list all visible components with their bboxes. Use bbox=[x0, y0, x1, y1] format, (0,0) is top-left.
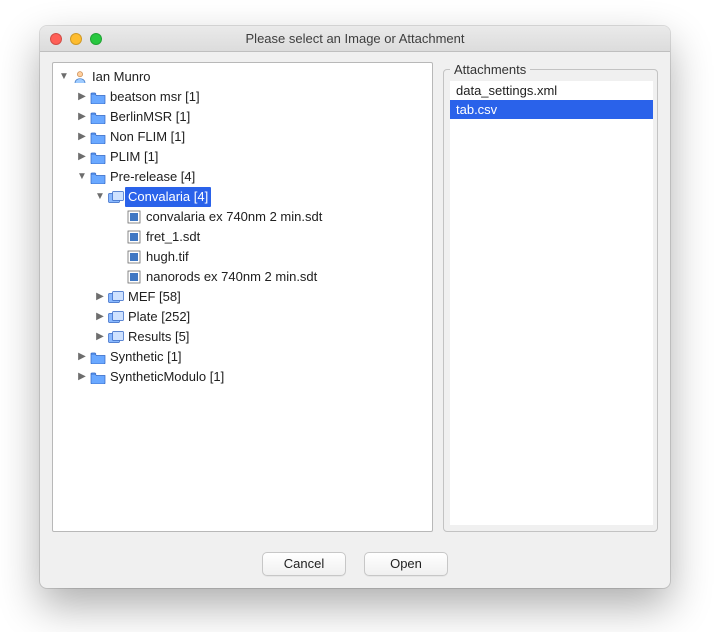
titlebar: Please select an Image or Attachment bbox=[40, 26, 670, 52]
folder-icon bbox=[89, 91, 107, 104]
tree-row-project[interactable]: ▶ PLIM [1] bbox=[53, 147, 432, 167]
folder-icon bbox=[89, 111, 107, 124]
tree-row-dataset[interactable]: ▶ MEF [58] bbox=[53, 287, 432, 307]
tree-row-image[interactable]: ▶ hugh.tif bbox=[53, 247, 432, 267]
dialog-content: ▼ Ian Munro ▶ beatson msr [1] bbox=[40, 52, 670, 538]
tree-row-dataset[interactable]: ▶ Results [5] bbox=[53, 327, 432, 347]
minimize-icon[interactable] bbox=[70, 33, 82, 45]
tree-row-project[interactable]: ▶ Synthetic [1] bbox=[53, 347, 432, 367]
folder-icon bbox=[89, 151, 107, 164]
disclosure-triangle-icon[interactable]: ▼ bbox=[93, 187, 107, 207]
attachment-row[interactable]: tab.csv bbox=[450, 100, 653, 119]
tree-label: Results [5] bbox=[125, 327, 192, 347]
tree-label: hugh.tif bbox=[143, 247, 192, 267]
tree-label: Non FLIM [1] bbox=[107, 127, 188, 147]
dialog-window: Please select an Image or Attachment ▼ I… bbox=[40, 26, 670, 588]
dataset-icon bbox=[107, 291, 125, 304]
folder-icon bbox=[89, 371, 107, 384]
tree-label: nanorods ex 740nm 2 min.sdt bbox=[143, 267, 320, 287]
tree-label: beatson msr [1] bbox=[107, 87, 203, 107]
tree-label: Convalaria [4] bbox=[125, 187, 211, 207]
tree-label: PLIM [1] bbox=[107, 147, 161, 167]
tree-label: MEF [58] bbox=[125, 287, 184, 307]
tree-row-project[interactable]: ▶ BerlinMSR [1] bbox=[53, 107, 432, 127]
disclosure-triangle-icon[interactable]: ▶ bbox=[75, 107, 89, 127]
disclosure-triangle-icon[interactable]: ▶ bbox=[75, 87, 89, 107]
disclosure-triangle-icon[interactable]: ▶ bbox=[93, 307, 107, 327]
disclosure-triangle-icon[interactable]: ▶ bbox=[75, 367, 89, 387]
tree-label: Pre-release [4] bbox=[107, 167, 198, 187]
dataset-icon bbox=[107, 311, 125, 324]
tree-row-image[interactable]: ▶ convalaria ex 740nm 2 min.sdt bbox=[53, 207, 432, 227]
folder-icon bbox=[89, 171, 107, 184]
disclosure-triangle-icon[interactable]: ▶ bbox=[75, 347, 89, 367]
disclosure-triangle-icon[interactable]: ▶ bbox=[93, 327, 107, 347]
disclosure-triangle-icon[interactable]: ▶ bbox=[93, 287, 107, 307]
tree-row-user[interactable]: ▼ Ian Munro bbox=[53, 67, 432, 87]
tree-pane[interactable]: ▼ Ian Munro ▶ beatson msr [1] bbox=[52, 62, 433, 532]
tree-label: Ian Munro bbox=[89, 67, 154, 87]
disclosure-triangle-icon[interactable]: ▼ bbox=[75, 167, 89, 187]
tree-row-dataset[interactable]: ▼ Convalaria [4] bbox=[53, 187, 432, 207]
tree-label: Plate [252] bbox=[125, 307, 193, 327]
tree-label: convalaria ex 740nm 2 min.sdt bbox=[143, 207, 325, 227]
attachments-legend: Attachments bbox=[450, 62, 530, 77]
tree-row-project[interactable]: ▶ beatson msr [1] bbox=[53, 87, 432, 107]
tree-row-project[interactable]: ▶ Non FLIM [1] bbox=[53, 127, 432, 147]
tree-label: BerlinMSR [1] bbox=[107, 107, 193, 127]
tree-label: SyntheticModulo [1] bbox=[107, 367, 227, 387]
image-file-icon bbox=[125, 250, 143, 264]
folder-icon bbox=[89, 131, 107, 144]
dataset-icon bbox=[107, 191, 125, 204]
tree-label: fret_1.sdt bbox=[143, 227, 203, 247]
window-title: Please select an Image or Attachment bbox=[40, 31, 670, 46]
dialog-buttons: Cancel Open bbox=[40, 538, 670, 588]
close-icon[interactable] bbox=[50, 33, 62, 45]
image-file-icon bbox=[125, 210, 143, 224]
attachments-pane: Attachments data_settings.xml tab.csv bbox=[443, 62, 658, 532]
tree-row-image[interactable]: ▶ fret_1.sdt bbox=[53, 227, 432, 247]
image-file-icon bbox=[125, 270, 143, 284]
zoom-icon[interactable] bbox=[90, 33, 102, 45]
tree-row-project[interactable]: ▼ Pre-release [4] bbox=[53, 167, 432, 187]
folder-icon bbox=[89, 351, 107, 364]
image-file-icon bbox=[125, 230, 143, 244]
attachments-list[interactable]: data_settings.xml tab.csv bbox=[450, 81, 653, 525]
tree-label: Synthetic [1] bbox=[107, 347, 185, 367]
window-controls bbox=[50, 33, 102, 45]
cancel-button[interactable]: Cancel bbox=[262, 552, 346, 576]
tree-row-image[interactable]: ▶ nanorods ex 740nm 2 min.sdt bbox=[53, 267, 432, 287]
tree-row-dataset[interactable]: ▶ Plate [252] bbox=[53, 307, 432, 327]
disclosure-triangle-icon[interactable]: ▼ bbox=[57, 67, 71, 87]
disclosure-triangle-icon[interactable]: ▶ bbox=[75, 127, 89, 147]
tree-row-project[interactable]: ▶ SyntheticModulo [1] bbox=[53, 367, 432, 387]
user-icon bbox=[71, 70, 89, 84]
dataset-icon bbox=[107, 331, 125, 344]
open-button[interactable]: Open bbox=[364, 552, 448, 576]
disclosure-triangle-icon[interactable]: ▶ bbox=[75, 147, 89, 167]
tree-root-list: ▼ Ian Munro ▶ beatson msr [1] bbox=[53, 67, 432, 387]
attachment-row[interactable]: data_settings.xml bbox=[450, 81, 653, 100]
